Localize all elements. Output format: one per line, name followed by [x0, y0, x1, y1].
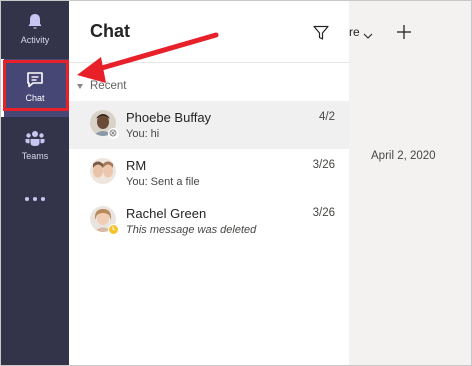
- filter-icon[interactable]: [311, 23, 331, 43]
- annotation-highlight-box: [3, 60, 69, 111]
- chat-name: Phoebe Buffay: [126, 110, 212, 125]
- page-title: Chat: [90, 21, 130, 41]
- chat-date: 3/26: [312, 207, 335, 219]
- chat-preview: You: hi: [126, 128, 160, 140]
- app-bar-label-teams: Teams: [21, 151, 49, 161]
- chat-preview: You: Sent a file: [126, 176, 200, 188]
- chat-preview: This message was deleted: [126, 224, 257, 236]
- chat-list-header: Chat: [69, 1, 349, 63]
- app-bar-item-teams[interactable]: Teams: [1, 117, 69, 175]
- bell-icon: [24, 11, 46, 33]
- chat-list-item[interactable]: RM You: Sent a file 3/26: [69, 149, 349, 197]
- app-bar-item-activity[interactable]: Activity: [1, 1, 69, 59]
- caret-down-icon: [77, 84, 83, 89]
- chat-name: RM: [126, 158, 147, 173]
- status-away-icon: [108, 128, 119, 139]
- conversation-pane: April 2, 2020: [349, 1, 471, 365]
- chat-date: 3/26: [312, 159, 335, 171]
- app-bar: Activity Chat Teams: [1, 1, 69, 365]
- teams-icon: [24, 127, 46, 149]
- chat-name: Rachel Green: [126, 206, 207, 221]
- app-bar-label-activity: Activity: [20, 35, 50, 45]
- chat-list-item[interactable]: Rachel Green This message was deleted 3/…: [69, 197, 349, 245]
- dropdown-partial-label[interactable]: re: [349, 25, 360, 39]
- status-busy-icon: [108, 224, 119, 235]
- plus-icon[interactable]: [395, 23, 413, 41]
- chevron-down-icon[interactable]: [362, 28, 374, 39]
- date-divider: April 2, 2020: [371, 150, 436, 162]
- recent-section-header[interactable]: Recent: [69, 77, 349, 97]
- chat-list-item[interactable]: Phoebe Buffay You: hi 4/2: [69, 101, 349, 149]
- chat-date: 4/2: [319, 111, 335, 123]
- more-dots-icon[interactable]: [1, 187, 69, 211]
- chat-list-pane: Chat Recent Phoebe Buffay You: hi 4/2 RM…: [69, 1, 349, 365]
- avatar: [90, 158, 116, 184]
- teams-window: Activity Chat Teams Chat Recent Phoebe B…: [0, 0, 472, 366]
- recent-section-label: Recent: [90, 80, 127, 92]
